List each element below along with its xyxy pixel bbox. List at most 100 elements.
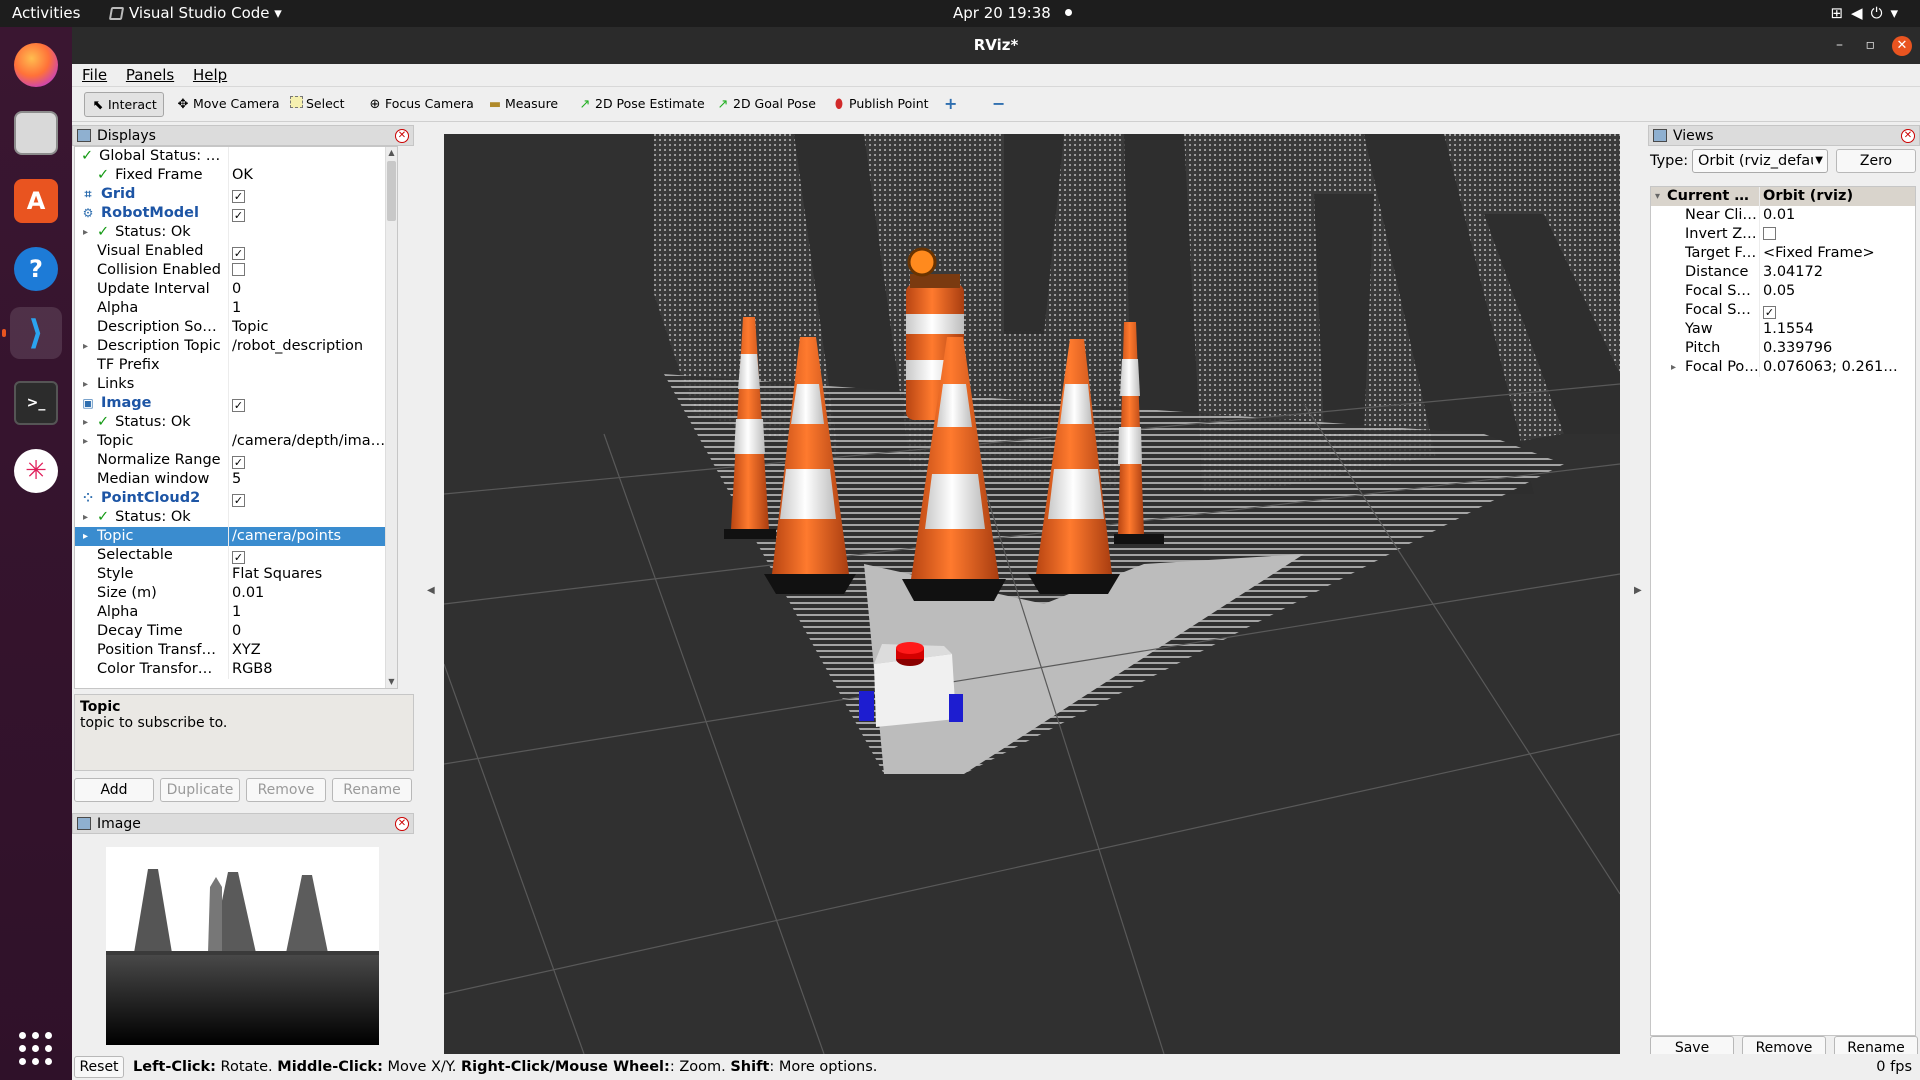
- property-row[interactable]: ▸ ✓ Status: Ok: [75, 223, 397, 242]
- dock-slack[interactable]: ✳: [10, 445, 62, 497]
- 3d-viewport[interactable]: [444, 134, 1620, 1054]
- row-value[interactable]: 0.076063; 0.261…: [1763, 358, 1913, 377]
- row-value[interactable]: OK: [232, 166, 392, 185]
- expand-arrow-icon[interactable]: ▸: [83, 375, 88, 394]
- view-property-row[interactable]: Focal Shap… ✓: [1651, 301, 1915, 320]
- minimize-button[interactable]: –: [1836, 36, 1843, 54]
- collapse-right-icon[interactable]: ▶: [1634, 585, 1642, 596]
- checkbox-checked[interactable]: ✓: [232, 247, 245, 260]
- property-row[interactable]: TF Prefix: [75, 356, 397, 375]
- row-value[interactable]: ✓: [232, 451, 392, 470]
- property-row[interactable]: Decay Time 0: [75, 622, 397, 641]
- checkbox-checked[interactable]: ✓: [232, 399, 245, 412]
- checkbox-checked[interactable]: ✓: [232, 209, 245, 222]
- close-panel-icon[interactable]: ✕: [1901, 129, 1915, 143]
- menu-file[interactable]: File: [82, 64, 107, 87]
- collapse-arrow-icon[interactable]: ▾: [1655, 187, 1660, 206]
- clock[interactable]: Apr 20 19:38: [953, 4, 1072, 22]
- row-value[interactable]: /camera/depth/imag…: [232, 432, 392, 451]
- checkbox-checked[interactable]: ✓: [232, 494, 245, 507]
- property-row[interactable]: ▸ ✓ Status: Ok: [75, 508, 397, 527]
- row-value[interactable]: 1: [232, 299, 392, 318]
- dock-files[interactable]: [10, 107, 62, 159]
- row-value[interactable]: ✓: [232, 394, 392, 413]
- row-value[interactable]: [1763, 225, 1913, 244]
- property-row[interactable]: ✓ Global Status: Ok: [75, 147, 397, 166]
- scroll-down-icon[interactable]: ▼: [386, 676, 397, 688]
- menu-panels[interactable]: Panels: [126, 64, 174, 87]
- show-apps-icon[interactable]: [19, 1032, 52, 1065]
- row-value[interactable]: Orbit (rviz): [1763, 187, 1913, 206]
- display-item[interactable]: ⚙ RobotModel ✓: [75, 204, 397, 223]
- property-row[interactable]: ✓ Fixed Frame OK: [75, 166, 397, 185]
- goal-pose-tool[interactable]: ↗ 2D Goal Pose: [710, 92, 822, 117]
- property-row[interactable]: Color Transfor… RGB8: [75, 660, 397, 679]
- view-property-row[interactable]: Focal Shap…0.05: [1651, 282, 1915, 301]
- views-type-select[interactable]: Orbit (rviz_defau ▼: [1692, 149, 1828, 173]
- dock-firefox[interactable]: [10, 39, 62, 91]
- checkbox-checked[interactable]: ✓: [232, 456, 245, 469]
- checkbox-unchecked[interactable]: [232, 263, 245, 276]
- view-property-row[interactable]: ▸ Focal Point 0.076063; 0.261…: [1651, 358, 1915, 377]
- property-row[interactable]: Update Interval 0: [75, 280, 397, 299]
- zero-view-button[interactable]: Zero: [1836, 149, 1916, 173]
- property-row[interactable]: ▸ ✓ Status: Ok: [75, 413, 397, 432]
- property-row[interactable]: Collision Enabled: [75, 261, 397, 280]
- row-value[interactable]: 0.01: [232, 584, 392, 603]
- expand-arrow-icon[interactable]: ▸: [83, 432, 88, 451]
- row-value[interactable]: Topic: [232, 318, 392, 337]
- scroll-up-icon[interactable]: ▲: [386, 147, 397, 159]
- remove-display-button[interactable]: Remove: [246, 778, 326, 802]
- row-value[interactable]: 3.04172: [1763, 263, 1913, 282]
- expand-arrow-icon[interactable]: ▸: [1671, 358, 1676, 377]
- view-property-row[interactable]: Invert Z Axis: [1651, 225, 1915, 244]
- property-row[interactable]: ▸ Links: [75, 375, 397, 394]
- maximize-button[interactable]: ▫: [1866, 36, 1876, 54]
- row-value[interactable]: /robot_description: [232, 337, 392, 356]
- view-property-row[interactable]: Yaw 1.1554: [1651, 320, 1915, 339]
- app-menu[interactable]: Visual Studio Code ▾: [108, 4, 282, 22]
- row-value[interactable]: 0.339796: [1763, 339, 1913, 358]
- scroll-thumb[interactable]: [387, 161, 396, 221]
- property-row[interactable]: Style Flat Squares: [75, 565, 397, 584]
- row-value[interactable]: RGB8: [232, 660, 392, 679]
- row-value[interactable]: 0: [232, 280, 392, 299]
- expand-arrow-icon[interactable]: ▸: [83, 223, 88, 242]
- menu-help[interactable]: Help: [193, 64, 227, 87]
- move-camera-tool[interactable]: ✥ Move Camera: [170, 92, 286, 117]
- row-value[interactable]: ✓: [232, 242, 392, 261]
- add-tool-button[interactable]: +: [938, 92, 963, 117]
- displays-scrollbar[interactable]: ▲ ▼: [385, 147, 397, 688]
- expand-arrow-icon[interactable]: ▸: [83, 337, 88, 356]
- property-row[interactable]: Alpha 1: [75, 299, 397, 318]
- activities-button[interactable]: Activities: [12, 4, 80, 22]
- property-row[interactable]: Size (m) 0.01: [75, 584, 397, 603]
- row-value[interactable]: 1: [232, 603, 392, 622]
- current-view-row[interactable]: ▾ Current ViewOrbit (rviz): [1651, 187, 1915, 206]
- display-item[interactable]: ⁘ PointCloud2 ✓: [75, 489, 397, 508]
- reset-button[interactable]: Reset: [74, 1056, 124, 1078]
- property-row[interactable]: Normalize Range ✓: [75, 451, 397, 470]
- row-value[interactable]: <Fixed Frame>: [1763, 244, 1913, 263]
- close-panel-icon[interactable]: ✕: [395, 817, 409, 831]
- dock-help[interactable]: ?: [10, 243, 62, 295]
- rename-display-button[interactable]: Rename: [332, 778, 412, 802]
- property-row[interactable]: Visual Enabled ✓: [75, 242, 397, 261]
- view-property-row[interactable]: Target Fra…<Fixed Frame>: [1651, 244, 1915, 263]
- close-panel-icon[interactable]: ✕: [395, 129, 409, 143]
- row-value[interactable]: ✓: [232, 185, 392, 204]
- row-value[interactable]: ✓: [232, 489, 392, 508]
- display-item[interactable]: ▣ Image ✓: [75, 394, 397, 413]
- views-tree[interactable]: ▾ Current ViewOrbit (rviz)Near Clip …0.01…: [1650, 186, 1916, 1036]
- row-value[interactable]: Flat Squares: [232, 565, 392, 584]
- pose-estimate-tool[interactable]: ↗ 2D Pose Estimate: [572, 92, 711, 117]
- property-row[interactable]: Position Transf… XYZ: [75, 641, 397, 660]
- measure-tool[interactable]: ▬ Measure: [482, 92, 564, 117]
- publish-point-tool[interactable]: ⬮ Publish Point: [826, 92, 935, 117]
- remove-tool-button[interactable]: −: [986, 92, 1011, 117]
- collapse-left-icon[interactable]: ◀: [427, 585, 435, 596]
- property-row[interactable]: Median window 5: [75, 470, 397, 489]
- row-value[interactable]: ✓: [1763, 301, 1913, 320]
- expand-arrow-icon[interactable]: ▸: [83, 413, 88, 432]
- property-row[interactable]: ▸ Description Topic/robot_description: [75, 337, 397, 356]
